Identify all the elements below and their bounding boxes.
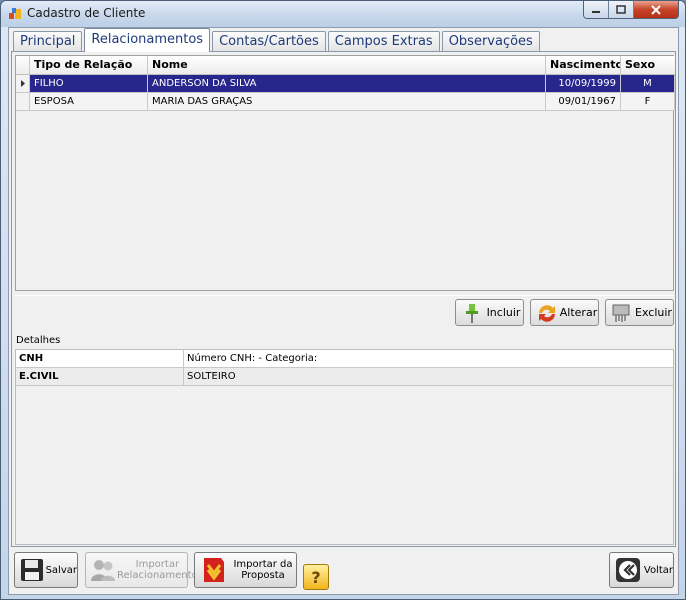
title-bar[interactable]: Cadastro de Cliente — [1, 1, 685, 27]
cell-nome: MARIA DAS GRAÇAS — [148, 93, 546, 111]
salvar-button[interactable]: Salvar — [14, 552, 78, 588]
details-grid[interactable]: CNH Número CNH: - Categoria: E.CIVIL SOL… — [15, 349, 674, 545]
tab-relacionamentos[interactable]: Relacionamentos — [84, 28, 211, 52]
importar-proposta-label-line2: Proposta — [241, 570, 285, 581]
relacionamentos-page: Tipo de Relação Nome Nascimento Sexo FIL… — [11, 51, 676, 547]
tab-contas-cartoes[interactable]: Contas/Cartões — [212, 31, 326, 52]
importar-relacionamento-label-line1: Importar — [135, 559, 180, 570]
details-label: Detalhes — [16, 335, 61, 346]
close-button[interactable] — [634, 1, 678, 18]
cell-sexo: F — [621, 93, 675, 111]
floppy-disk-icon — [18, 555, 46, 585]
importar-relacionamento-button[interactable]: Importar Relacionamento — [85, 552, 198, 588]
grid-actions-bar: Incluir Alterar Excluir — [15, 295, 674, 329]
voltar-button[interactable]: Voltar — [609, 552, 674, 588]
tab-strip: Principal Relacionamentos Contas/Cartões… — [13, 28, 542, 52]
tab-principal[interactable]: Principal — [13, 31, 83, 52]
pushpin-icon — [460, 302, 484, 324]
window-controls — [583, 1, 679, 19]
current-row-arrow-icon — [21, 80, 25, 87]
app-icon — [9, 8, 21, 19]
details-row[interactable]: E.CIVIL SOLTEIRO — [16, 368, 673, 386]
excluir-button[interactable]: Excluir — [605, 299, 674, 326]
import-document-icon — [198, 555, 230, 585]
importar-relacionamento-label-line2: Relacionamento — [117, 570, 198, 581]
salvar-label: Salvar — [45, 564, 77, 576]
tab-observacoes[interactable]: Observações — [441, 31, 540, 52]
incluir-button[interactable]: Incluir — [455, 299, 524, 326]
column-header-nascimento[interactable]: Nascimento — [546, 56, 621, 75]
alterar-button[interactable]: Alterar — [530, 299, 599, 326]
column-header-sexo[interactable]: Sexo — [621, 56, 675, 75]
incluir-label: Incluir — [486, 306, 521, 319]
cell-nascimento: 10/09/1999 — [546, 75, 621, 93]
row-selector[interactable] — [16, 93, 30, 111]
client-area: Principal Relacionamentos Contas/Cartões… — [8, 27, 679, 595]
close-icon — [651, 4, 661, 15]
minimize-button[interactable] — [584, 1, 609, 18]
row-selector[interactable] — [16, 75, 30, 93]
cell-nome: ANDERSON DA SILVA — [148, 75, 546, 93]
cell-tipo: FILHO — [30, 75, 148, 93]
column-header-nome[interactable]: Nome — [148, 56, 546, 75]
details-value: SOLTEIRO — [187, 371, 236, 382]
cell-tipo: ESPOSA — [30, 93, 148, 111]
table-row[interactable]: FILHO ANDERSON DA SILVA 10/09/1999 M — [16, 75, 675, 93]
alterar-label: Alterar — [559, 306, 598, 319]
footer-bar: Salvar Importar Relacionamento Importar … — [9, 547, 678, 595]
shredder-icon — [610, 302, 634, 324]
main-window: Cadastro de Cliente Principal Relacionam… — [0, 0, 686, 600]
minimize-icon — [592, 10, 600, 13]
maximize-button[interactable] — [609, 1, 634, 18]
table-row[interactable]: ESPOSA MARIA DAS GRAÇAS 09/01/1967 F — [16, 93, 675, 111]
window-title: Cadastro de Cliente — [27, 6, 146, 20]
maximize-icon — [616, 5, 626, 14]
details-key: E.CIVIL — [16, 368, 184, 385]
details-row[interactable]: CNH Número CNH: - Categoria: — [16, 350, 673, 368]
details-key: CNH — [16, 350, 184, 367]
column-header-tipo[interactable]: Tipo de Relação — [30, 56, 148, 75]
grid-header: Tipo de Relação Nome Nascimento Sexo — [16, 56, 675, 75]
importar-proposta-label-line1: Importar da — [233, 559, 293, 570]
edit-arrows-icon — [535, 302, 559, 324]
tab-campos-extras[interactable]: Campos Extras — [327, 31, 440, 52]
cell-sexo: M — [621, 75, 675, 93]
row-header-corner — [16, 56, 30, 75]
importar-proposta-button[interactable]: Importar da Proposta — [194, 552, 297, 588]
cell-nascimento: 09/01/1967 — [546, 93, 621, 111]
relationships-grid[interactable]: Tipo de Relação Nome Nascimento Sexo FIL… — [15, 55, 675, 291]
voltar-label: Voltar — [643, 564, 673, 576]
help-icon: ? — [311, 567, 321, 587]
details-value: Número CNH: - Categoria: — [187, 353, 318, 364]
users-icon — [89, 555, 117, 585]
help-button[interactable]: ? — [303, 564, 329, 590]
excluir-label: Excluir — [635, 306, 672, 319]
back-arrow-icon — [613, 555, 644, 585]
